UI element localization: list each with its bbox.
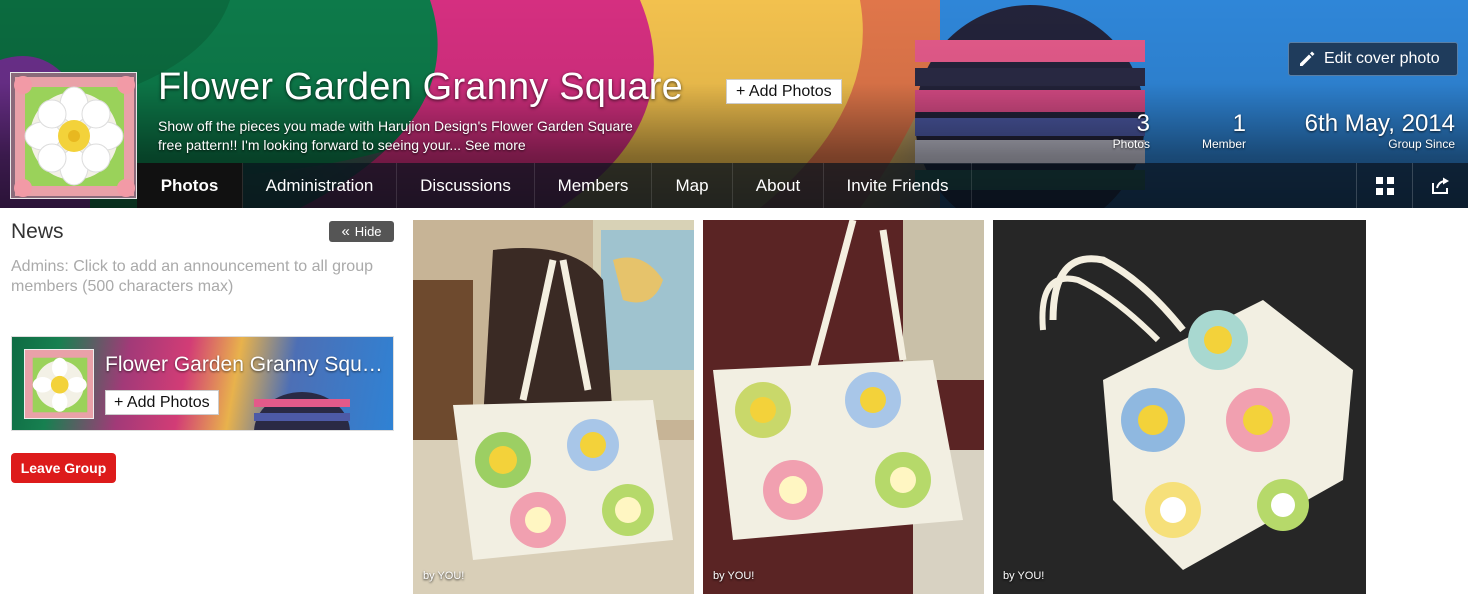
stat-members[interactable]: 1 Member bbox=[1201, 110, 1246, 152]
tab-invite-friends[interactable]: Invite Friends bbox=[824, 163, 972, 208]
tab-map[interactable]: Map bbox=[652, 163, 733, 208]
mini-card-title[interactable]: Flower Garden Granny Square bbox=[105, 353, 383, 377]
group-since-date: 6th May, 2014 bbox=[1304, 110, 1455, 137]
add-photos-button[interactable]: + Add Photos bbox=[726, 79, 842, 104]
tab-photos[interactable]: Photos bbox=[137, 163, 243, 208]
tab-administration[interactable]: Administration bbox=[243, 163, 397, 208]
bag-photo-1 bbox=[413, 220, 694, 594]
group-description-text: Show off the pieces you made with Haruji… bbox=[158, 118, 633, 153]
photo-caption: by YOU! bbox=[713, 570, 755, 582]
granny-square-image bbox=[11, 73, 136, 198]
leave-group-button[interactable]: Leave Group bbox=[11, 453, 116, 483]
photo-caption: by YOU! bbox=[1003, 570, 1045, 582]
edit-cover-photo-label: Edit cover photo bbox=[1324, 50, 1440, 67]
grid-view-icon bbox=[1375, 176, 1394, 195]
hide-label: Hide bbox=[354, 224, 382, 239]
tab-members[interactable]: Members bbox=[535, 163, 652, 208]
photos-count: 3 bbox=[1136, 110, 1150, 137]
group-avatar[interactable] bbox=[10, 72, 137, 199]
see-more-link[interactable]: See more bbox=[465, 137, 526, 153]
granny-square-thumb bbox=[25, 350, 93, 418]
mini-card-add-photos-button[interactable]: + Add Photos bbox=[105, 390, 219, 415]
double-chevron-left-icon: « bbox=[341, 223, 350, 240]
group-nav-bar: Photos Administration Discussions Member… bbox=[137, 163, 1468, 208]
members-count: 1 bbox=[1232, 110, 1246, 137]
photo-caption: by YOU! bbox=[423, 570, 465, 582]
group-since-label: Group Since bbox=[1388, 137, 1455, 151]
photo-tile[interactable]: by YOU! bbox=[703, 220, 984, 594]
group-description: Show off the pieces you made with Haruji… bbox=[158, 117, 658, 155]
hide-news-button[interactable]: « Hide bbox=[329, 221, 394, 242]
stat-group-since: 6th May, 2014 Group Since bbox=[1304, 110, 1455, 152]
stat-photos[interactable]: 3 Photos bbox=[1112, 110, 1150, 152]
bag-photo-2 bbox=[703, 220, 984, 594]
tab-about[interactable]: About bbox=[733, 163, 824, 208]
photos-label: Photos bbox=[1112, 137, 1150, 151]
photo-tile[interactable]: by YOU! bbox=[413, 220, 694, 594]
announcement-placeholder[interactable]: Admins: Click to add an announcement to … bbox=[11, 257, 391, 297]
group-mini-card: Flower Garden Granny Square + Add Photos bbox=[11, 336, 394, 431]
news-heading: News bbox=[11, 220, 64, 243]
pencil-icon bbox=[1300, 51, 1315, 66]
bag-photo-3 bbox=[993, 220, 1366, 594]
photo-tile[interactable]: by YOU! bbox=[993, 220, 1366, 594]
edit-cover-photo-button[interactable]: Edit cover photo bbox=[1288, 42, 1458, 76]
tab-discussions[interactable]: Discussions bbox=[397, 163, 535, 208]
share-icon bbox=[1431, 177, 1449, 194]
members-label: Member bbox=[1201, 137, 1246, 151]
grid-view-button[interactable] bbox=[1356, 163, 1412, 208]
share-button[interactable] bbox=[1412, 163, 1468, 208]
group-title: Flower Garden Granny Square bbox=[158, 66, 683, 108]
mini-card-avatar[interactable] bbox=[24, 349, 94, 419]
